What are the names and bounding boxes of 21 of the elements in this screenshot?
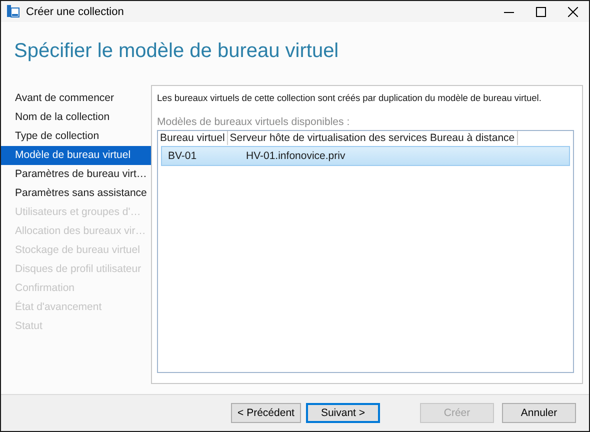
wizard-step[interactable]: Nom de la collection bbox=[1, 108, 151, 127]
table-cell-text: HV-01.infonovice.priv bbox=[245, 150, 346, 162]
column-header[interactable]: Serveur hôte de virtualisation des services Bureau à distance bbox=[228, 131, 518, 145]
wizard-button[interactable]: < Précédent bbox=[231, 403, 301, 423]
column-header[interactable]: Bureau virtuel bbox=[158, 131, 228, 145]
wizard-step[interactable]: Modèle de bureau virtuel bbox=[1, 146, 151, 165]
wizard-button[interactable]: Annuler bbox=[502, 403, 576, 423]
wizard-button[interactable]: Suivant > bbox=[306, 403, 380, 423]
wizard-step[interactable]: Type de collection bbox=[1, 127, 151, 146]
table-cell-text: BV-01 bbox=[167, 150, 198, 162]
server-manager-icon bbox=[6, 4, 20, 18]
list-label: Modèles de bureaux virtuels disponibles : bbox=[157, 116, 351, 128]
maximize-icon[interactable] bbox=[536, 6, 546, 16]
list-row[interactable]: BV-01 HV-01.infonovice.priv bbox=[161, 146, 570, 166]
description-text: Les bureaux virtuels de cette collection sont créés par duplication du modèle de bureau virtuel. bbox=[157, 93, 542, 103]
wizard-step[interactable]: Paramètres sans assistance bbox=[1, 184, 151, 203]
wizard-step[interactable]: Paramètres de bureau virt… bbox=[1, 165, 151, 184]
window-title: Créer une collection bbox=[26, 6, 125, 18]
wizard-step[interactable]: Avant de commencer bbox=[1, 89, 151, 108]
close-icon[interactable] bbox=[568, 6, 578, 16]
page-title: Spécifier le modèle de bureau virtuel bbox=[14, 40, 339, 62]
